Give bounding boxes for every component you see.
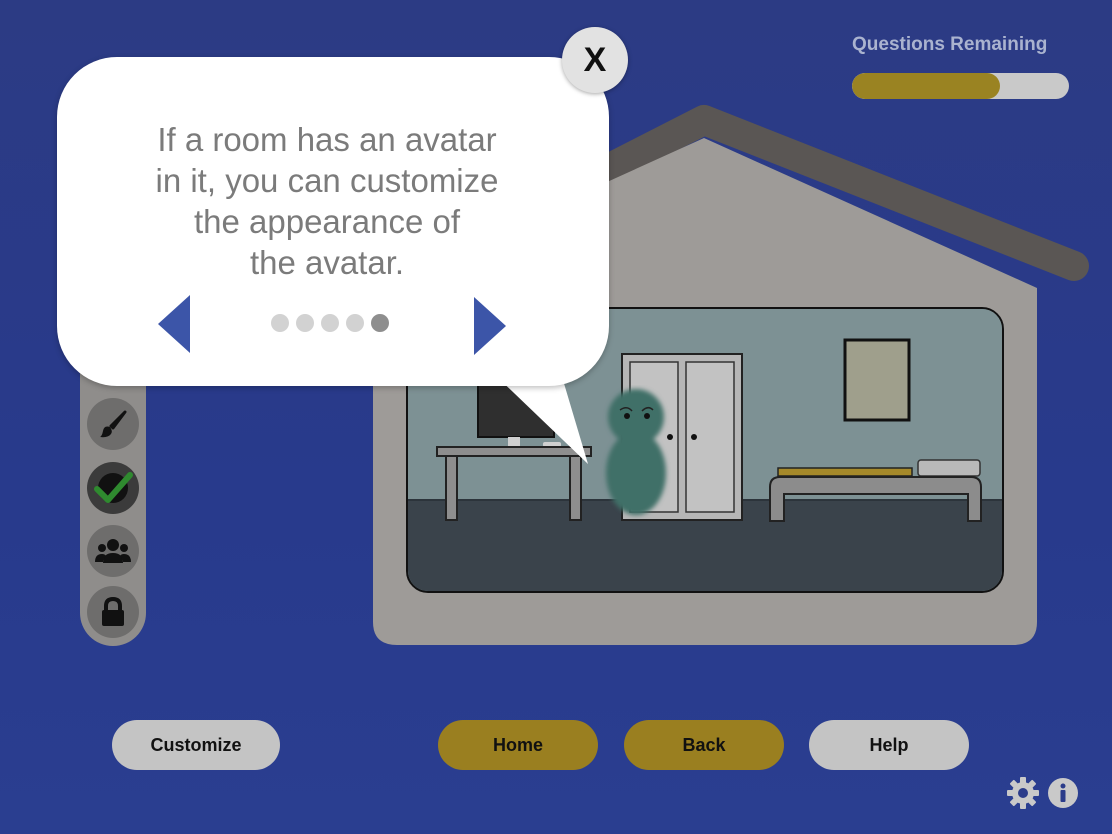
checkmark-icon (94, 472, 133, 503)
questions-remaining-label: Questions Remaining (852, 34, 1048, 55)
help-button[interactable]: Help (809, 720, 969, 770)
tutorial-callout: If a room has an avatar in it, you can c… (57, 57, 609, 386)
avatar[interactable] (600, 385, 672, 520)
pagination-dot (271, 314, 289, 332)
previous-arrow-icon[interactable] (156, 293, 192, 355)
tutorial-line: in it, you can customize (155, 162, 499, 199)
close-tutorial-button[interactable]: X (562, 27, 628, 93)
tutorial-line: the appearance of (193, 203, 461, 240)
back-button[interactable]: Back (624, 720, 784, 770)
pagination-dot (296, 314, 314, 332)
tutorial-line: the avatar. (249, 244, 405, 281)
gear-icon[interactable] (1006, 776, 1040, 810)
customize-button[interactable]: Customize (112, 720, 280, 770)
next-arrow-icon[interactable] (472, 295, 508, 357)
pagination-dot (346, 314, 364, 332)
paint-tool-button[interactable] (87, 398, 139, 450)
questions-remaining-bar (852, 73, 1069, 99)
info-icon[interactable] (1047, 777, 1079, 809)
tutorial-line: If a room has an avatar (157, 121, 497, 158)
lock-icon (102, 597, 124, 626)
group-tool-button[interactable] (87, 525, 139, 577)
pagination-dots (271, 314, 389, 332)
tutorial-message: If a room has an avatar in it, you can c… (127, 119, 527, 283)
pagination-dot-current (371, 314, 389, 332)
group-icon (95, 539, 131, 563)
lock-tool-button[interactable] (87, 586, 139, 638)
home-button[interactable]: Home (438, 720, 598, 770)
completed-tool-button[interactable] (87, 462, 139, 514)
paintbrush-icon (100, 410, 127, 438)
pagination-dot (321, 314, 339, 332)
questions-remaining-fill (852, 73, 1000, 99)
